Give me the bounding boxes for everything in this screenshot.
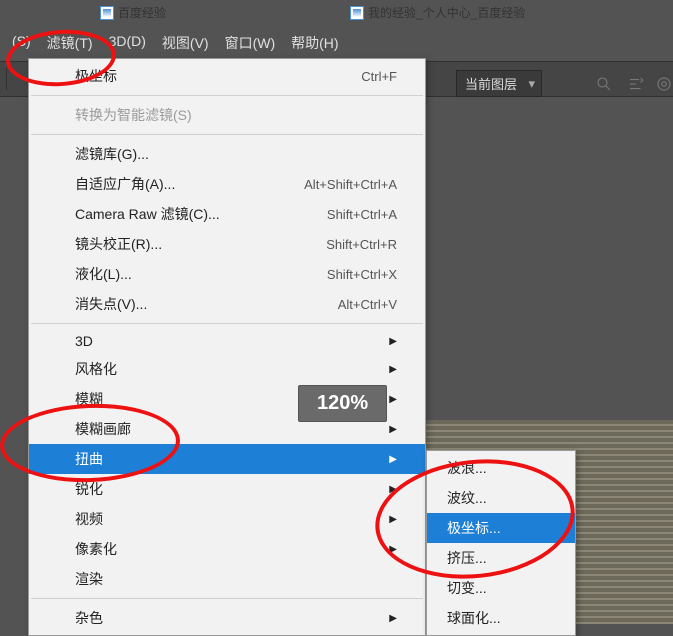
menu-vanishing-point[interactable]: 消失点(V)... Alt+Ctrl+V xyxy=(29,289,425,319)
layer-scope-select[interactable]: 当前图层 xyxy=(456,70,542,97)
menu-shortcut: Ctrl+F xyxy=(361,69,397,84)
menu-render[interactable]: 渲染 xyxy=(29,564,425,594)
menu-liquify[interactable]: 液化(L)... Shift+Ctrl+X xyxy=(29,259,425,289)
menu-pixelate[interactable]: 像素化 ▶ xyxy=(29,534,425,564)
menu-label: 自适应广角(A)... xyxy=(75,174,175,194)
menu-label: 转换为智能滤镜(S) xyxy=(75,105,192,125)
menu-label: 模糊 xyxy=(75,389,103,409)
layer-scope-label: 当前图层 xyxy=(465,74,517,93)
page-icon xyxy=(100,6,114,20)
menu-label: 消失点(V)... xyxy=(75,294,147,314)
menu-label: 扭曲 xyxy=(75,449,103,469)
menu-wave[interactable]: 波浪... xyxy=(427,453,575,483)
filter-menu: 极坐标 Ctrl+F 转换为智能滤镜(S) 滤镜库(G)... 自适应广角(A)… xyxy=(28,58,426,636)
search-icon[interactable] xyxy=(590,70,618,98)
menu-last-filter[interactable]: 极坐标 Ctrl+F xyxy=(29,61,425,91)
chevron-right-icon: ▶ xyxy=(389,514,397,525)
menu-polar-coordinates[interactable]: 极坐标... xyxy=(427,513,575,543)
menu-label: 视频 xyxy=(75,509,103,529)
menu-label: 极坐标... xyxy=(447,520,501,536)
menu-convert-smart[interactable]: 转换为智能滤镜(S) xyxy=(29,100,425,130)
distort-submenu: 波浪... 波纹... 极坐标... 挤压... 切变... 球面化... xyxy=(426,450,576,636)
menu-shortcut: Shift+Ctrl+X xyxy=(327,267,397,282)
chevron-right-icon: ▶ xyxy=(389,364,397,375)
menu-ripple[interactable]: 波纹... xyxy=(427,483,575,513)
menu-label: 模糊画廊 xyxy=(75,419,131,439)
menu-shortcut: Shift+Ctrl+R xyxy=(326,237,397,252)
menu-label: 锐化 xyxy=(75,479,103,499)
menubar-item-select[interactable]: (S) xyxy=(4,31,39,55)
menu-label: 液化(L)... xyxy=(75,264,132,284)
separator xyxy=(31,134,423,135)
menu-label: 镜头校正(R)... xyxy=(75,234,162,254)
menu-label: 切变... xyxy=(447,580,487,596)
menu-spherize[interactable]: 球面化... xyxy=(427,603,575,633)
menu-3d[interactable]: 3D ▶ xyxy=(29,328,425,354)
separator xyxy=(31,95,423,96)
menu-label: 波浪... xyxy=(447,460,487,476)
menubar-item-view[interactable]: 视图(V) xyxy=(154,31,217,55)
menu-pinch[interactable]: 挤压... xyxy=(427,543,575,573)
menubar-item-3d[interactable]: 3D(D) xyxy=(101,31,154,55)
menu-label: 杂色 xyxy=(75,608,103,628)
separator xyxy=(31,598,423,599)
menu-distort[interactable]: 扭曲 ▶ xyxy=(29,444,425,474)
browser-tabs: 百度经验 我的经验_个人中心_百度经验 xyxy=(0,0,673,25)
menu-label: 极坐标 xyxy=(75,66,117,86)
zoom-badge: 120% xyxy=(298,385,387,422)
chevron-right-icon: ▶ xyxy=(389,424,397,435)
chevron-right-icon: ▶ xyxy=(389,613,397,624)
menu-noise[interactable]: 杂色 ▶ xyxy=(29,603,425,633)
menu-shortcut: Shift+Ctrl+A xyxy=(327,207,397,222)
menu-shortcut: Alt+Ctrl+V xyxy=(338,297,397,312)
tab-item[interactable]: 百度经验 xyxy=(100,4,166,21)
separator xyxy=(31,323,423,324)
ring-icon[interactable] xyxy=(650,70,673,98)
chevron-right-icon: ▶ xyxy=(389,454,397,465)
menu-label: 风格化 xyxy=(75,359,117,379)
menubar-item-window[interactable]: 窗口(W) xyxy=(217,31,284,55)
menubar: (S) 滤镜(T) 3D(D) 视图(V) 窗口(W) 帮助(H) xyxy=(0,25,673,61)
chevron-right-icon: ▶ xyxy=(389,336,397,347)
menu-label: 渲染 xyxy=(75,569,103,589)
separator xyxy=(6,68,7,90)
menu-filter-gallery[interactable]: 滤镜库(G)... xyxy=(29,139,425,169)
menu-label: 挤压... xyxy=(447,550,487,566)
chevron-right-icon: ▶ xyxy=(389,394,397,405)
tab-label: 百度经验 xyxy=(118,4,166,21)
menu-label: Camera Raw 滤镜(C)... xyxy=(75,204,220,224)
menu-shear[interactable]: 切变... xyxy=(427,573,575,603)
menu-label: 3D xyxy=(75,333,93,349)
chevron-right-icon: ▶ xyxy=(389,544,397,555)
menu-adaptive-wide-angle[interactable]: 自适应广角(A)... Alt+Shift+Ctrl+A xyxy=(29,169,425,199)
tab-label: 我的经验_个人中心_百度经验 xyxy=(368,4,525,21)
menu-video[interactable]: 视频 ▶ xyxy=(29,504,425,534)
menu-sharpen[interactable]: 锐化 ▶ xyxy=(29,474,425,504)
chevron-right-icon: ▶ xyxy=(389,484,397,495)
menu-camera-raw[interactable]: Camera Raw 滤镜(C)... Shift+Ctrl+A xyxy=(29,199,425,229)
menu-lens-correction[interactable]: 镜头校正(R)... Shift+Ctrl+R xyxy=(29,229,425,259)
page-icon xyxy=(350,6,364,20)
options-icon[interactable] xyxy=(622,70,650,98)
menu-label: 滤镜库(G)... xyxy=(75,144,149,164)
menu-stylize[interactable]: 风格化 ▶ xyxy=(29,354,425,384)
menu-label: 波纹... xyxy=(447,490,487,506)
tab-item[interactable]: 我的经验_个人中心_百度经验 xyxy=(350,4,525,21)
menu-label: 像素化 xyxy=(75,539,117,559)
menubar-item-filter[interactable]: 滤镜(T) xyxy=(39,31,101,55)
menubar-item-help[interactable]: 帮助(H) xyxy=(283,31,346,55)
menu-shortcut: Alt+Shift+Ctrl+A xyxy=(304,177,397,192)
